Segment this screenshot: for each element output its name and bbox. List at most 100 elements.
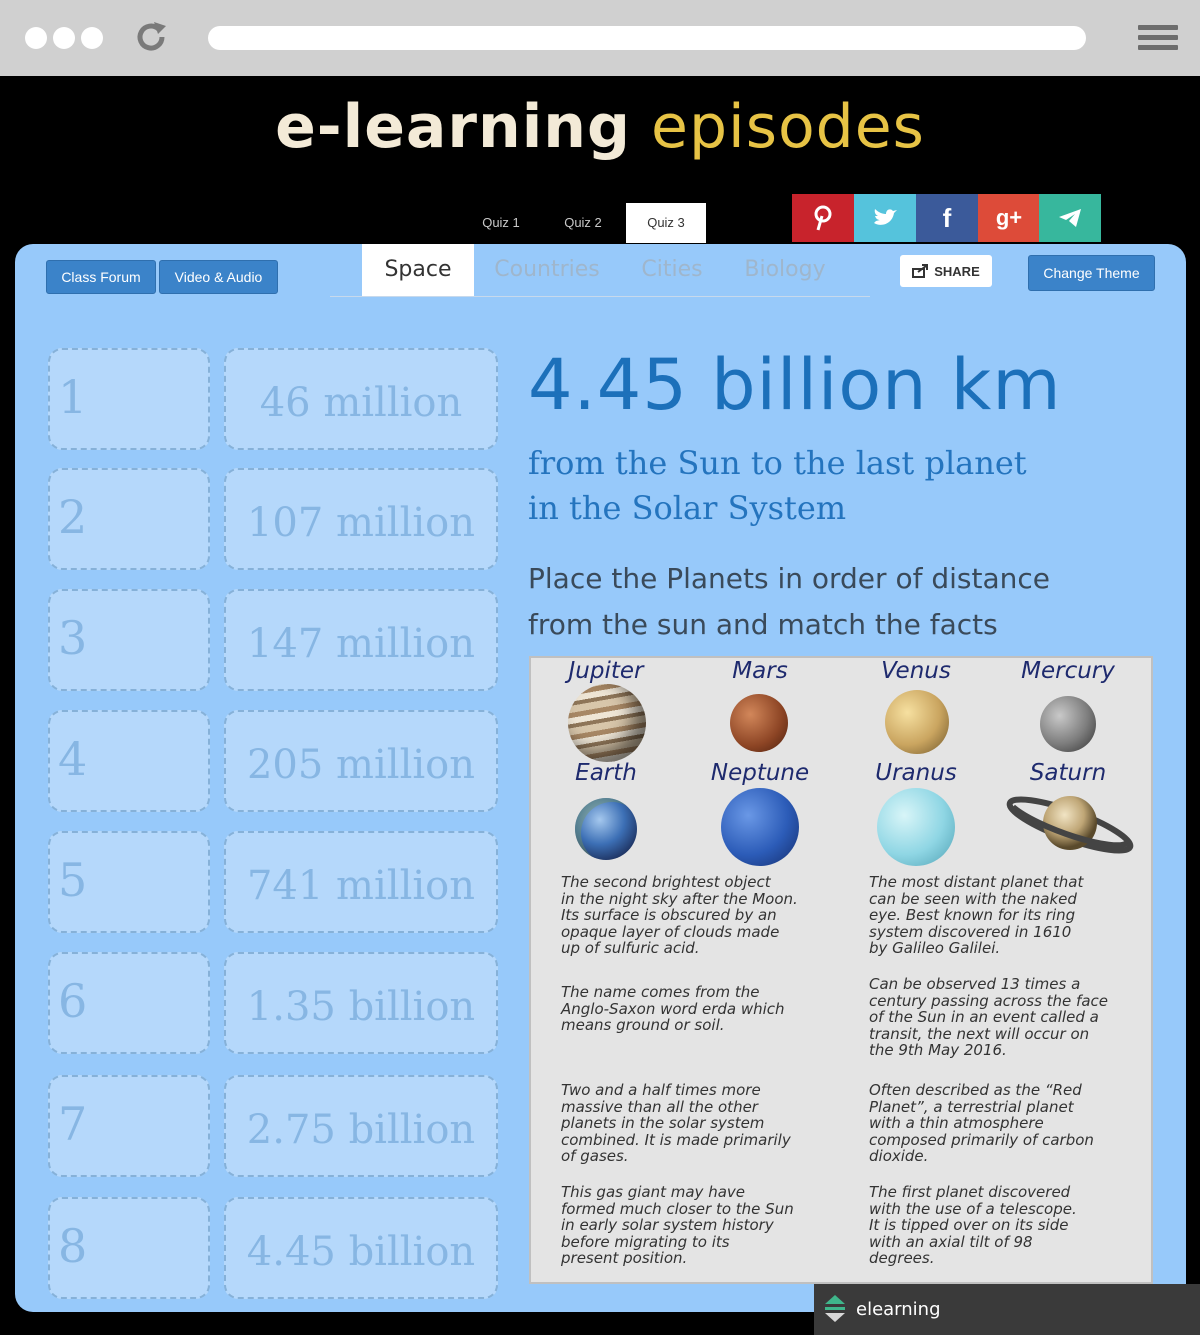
order-slot-6[interactable]: 6 <box>48 952 210 1054</box>
fact-slot-6[interactable]: 1.35 billion <box>224 952 498 1054</box>
neptune-icon[interactable] <box>721 788 799 866</box>
saturn-icon[interactable] <box>1003 790 1137 860</box>
fact-line: in early solar system history <box>561 1216 774 1234</box>
fact-line: This gas giant may have <box>561 1183 746 1201</box>
telegram-button[interactable] <box>1039 194 1101 242</box>
fact-line: Anglo-Saxon word erda which <box>561 999 785 1018</box>
fact-line: with a thin atmosphere <box>869 1114 1044 1132</box>
planet-label-earth: Earth <box>575 760 637 786</box>
venus-icon[interactable] <box>885 690 949 754</box>
fact-card-8[interactable]: The first planet discovered with the use … <box>869 1184 1077 1267</box>
twitter-button[interactable] <box>854 194 916 242</box>
tab-biology[interactable]: Biology <box>732 244 838 296</box>
fact-card-4[interactable]: Can be observed 13 times a century passin… <box>869 976 1108 1059</box>
planet-label-uranus: Uranus <box>875 760 957 786</box>
tab-countries[interactable]: Countries <box>482 244 612 296</box>
mars-icon[interactable] <box>730 694 788 752</box>
tab-quiz-2[interactable]: Quiz 2 <box>544 203 622 243</box>
tab-space[interactable]: Space <box>362 244 474 296</box>
fact-line: composed primarily of carbon <box>869 1130 1094 1149</box>
fact-slot-8[interactable]: 4.45 billion <box>224 1197 498 1299</box>
fact-line: opaque layer of clouds made <box>561 922 780 941</box>
fact-line: up of sulfuric acid. <box>561 939 700 957</box>
video-audio-button[interactable]: Video & Audio <box>159 260 278 294</box>
planet-label-saturn: Saturn <box>1029 760 1107 786</box>
fact-line: formed much closer to the Sun <box>561 1199 794 1218</box>
fact-card-3[interactable]: The name comes from the Anglo-Saxon word … <box>561 984 785 1034</box>
elearning-label: elearning <box>856 1299 941 1320</box>
fact-line: dioxide. <box>869 1147 929 1165</box>
fact-line: by Galileo Galilei. <box>869 939 1001 957</box>
gplus-icon: g+ <box>995 205 1023 230</box>
fact-line: system discovered in 1610 <box>869 922 1072 941</box>
planet-label-mercury: Mercury <box>1021 658 1115 684</box>
tab-quiz-3[interactable]: Quiz 3 <box>626 203 706 243</box>
tab-cities[interactable]: Cities <box>622 244 722 296</box>
share-label: SHARE <box>934 263 980 279</box>
elearning-logo-icon <box>825 1295 845 1322</box>
fact-line: combined. It is made primarily <box>561 1130 791 1149</box>
class-forum-button[interactable]: Class Forum <box>46 260 156 294</box>
fact-line: with the use of a telescope. <box>869 1199 1077 1218</box>
fact-slot-3[interactable]: 147 million <box>224 589 498 691</box>
fact-line: in the night sky after the Moon. <box>561 889 798 908</box>
order-slot-5[interactable]: 5 <box>48 831 210 933</box>
fact-card-6[interactable]: Often described as the “Red Planet”, a te… <box>869 1082 1094 1165</box>
fact-line: the 9th May 2016. <box>869 1041 1007 1059</box>
fact-line: means ground or soil. <box>561 1016 725 1034</box>
order-slot-1[interactable]: 1 <box>48 348 210 450</box>
gplus-button[interactable]: g+ <box>978 194 1040 242</box>
fact-line: It is tipped over on its side <box>869 1216 1069 1234</box>
fact-line: eye. Best known for its ring <box>869 906 1076 924</box>
fact-line: of the Sun in an event called a <box>869 1008 1099 1026</box>
fact-line: present position. <box>561 1249 688 1267</box>
telegram-icon <box>1059 209 1081 227</box>
fact-slot-2[interactable]: 107 million <box>224 468 498 570</box>
facebook-button[interactable]: f <box>916 194 978 242</box>
fact-line: Can be observed 13 times a <box>869 975 1081 993</box>
share-icon <box>912 264 929 278</box>
fact-line: The most distant planet that <box>869 873 1084 891</box>
fact-card-2[interactable]: The most distant planet that can be seen … <box>869 874 1083 957</box>
fact-card-1[interactable]: The second brightest object in the night … <box>561 874 798 957</box>
mercury-icon[interactable] <box>1040 696 1096 752</box>
fact-line: Its surface is obscured by an <box>561 906 777 924</box>
browser-chrome <box>0 0 1200 76</box>
fact-line: The first planet discovered <box>869 1183 1071 1201</box>
pinterest-button[interactable] <box>792 194 854 242</box>
change-theme-button[interactable]: Change Theme <box>1028 255 1155 291</box>
subtitle-line-2: in the Solar System <box>528 489 847 527</box>
order-slot-3[interactable]: 3 <box>48 589 210 691</box>
fact-line: century passing across the face <box>869 991 1109 1010</box>
address-bar[interactable] <box>208 26 1086 50</box>
subtitle-line-1: from the Sun to the last planet <box>528 444 1027 482</box>
earth-icon[interactable] <box>575 798 637 860</box>
fact-line: of gases. <box>561 1147 629 1165</box>
planet-gallery: Jupiter Mars Venus Mercury Earth Neptune… <box>529 656 1153 1284</box>
order-slot-2[interactable]: 2 <box>48 468 210 570</box>
menu-icon[interactable] <box>1138 25 1178 51</box>
fact-line: can be seen with the naked <box>869 889 1077 908</box>
elearning-badge[interactable]: elearning <box>814 1284 1200 1335</box>
fact-card-7[interactable]: This gas giant may have formed much close… <box>561 1184 794 1267</box>
fact-slot-5[interactable]: 741 million <box>224 831 498 933</box>
uranus-icon[interactable] <box>877 788 955 866</box>
fact-slot-7[interactable]: 2.75 billion <box>224 1075 498 1177</box>
planet-label-neptune: Neptune <box>710 760 810 786</box>
order-slot-4[interactable]: 4 <box>48 710 210 812</box>
brand-part-2: episodes <box>651 92 925 162</box>
planet-label-jupiter: Jupiter <box>568 658 644 684</box>
share-button[interactable]: SHARE <box>900 255 992 287</box>
brand-title: e-learning episodes <box>0 92 1200 162</box>
fact-slot-1[interactable]: 46 million <box>224 348 498 450</box>
fact-card-5[interactable]: Two and a half times more massive than al… <box>561 1082 791 1165</box>
fact-line: Two and a half times more <box>561 1081 761 1099</box>
order-slot-7[interactable]: 7 <box>48 1075 210 1177</box>
jupiter-icon[interactable] <box>568 684 646 762</box>
subtitle: from the Sun to the last planet in the S… <box>528 441 1148 531</box>
reload-icon[interactable] <box>132 18 170 56</box>
window-dot <box>53 27 75 49</box>
order-slot-8[interactable]: 8 <box>48 1197 210 1299</box>
fact-slot-4[interactable]: 205 million <box>224 710 498 812</box>
tab-quiz-1[interactable]: Quiz 1 <box>462 203 540 243</box>
